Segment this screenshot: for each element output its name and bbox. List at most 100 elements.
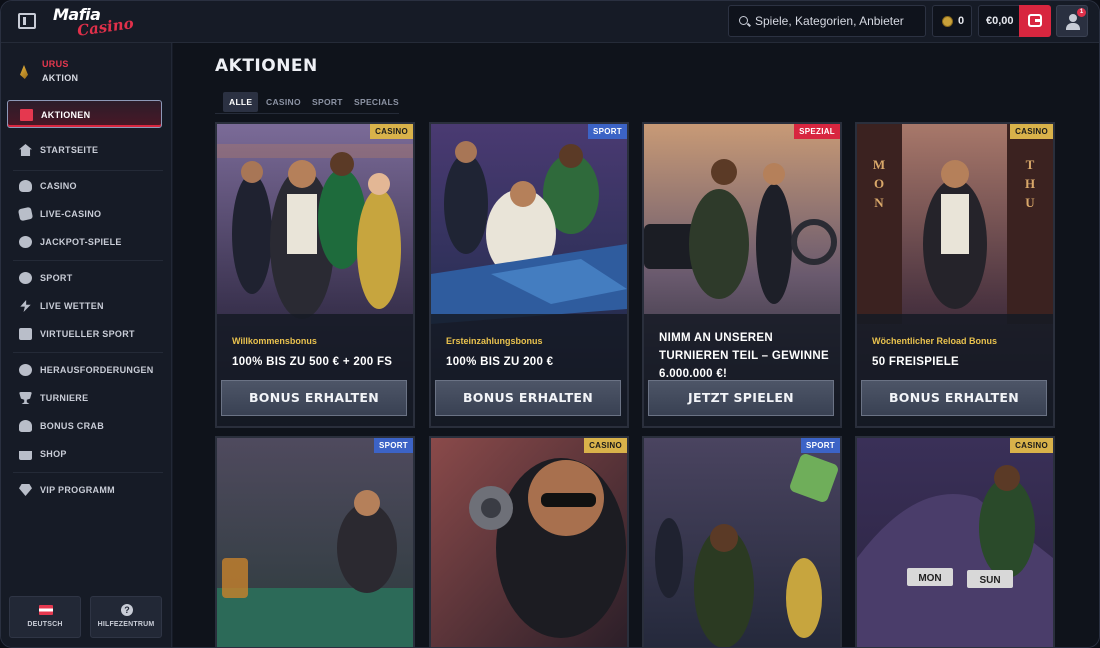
balance-widget[interactable]: €0,00 xyxy=(978,5,1051,37)
tab-alle[interactable]: ALLE xyxy=(223,92,259,112)
card-headline: 50 FREISPIELE xyxy=(872,356,959,368)
sidebar-item-virtueller-sport[interactable]: VIRTUELLER SPORT xyxy=(7,320,162,348)
sidebar-item-label: HERAUSFORDERUNGEN xyxy=(40,365,154,375)
promo-card[interactable]: SPORT xyxy=(642,436,842,647)
club-icon xyxy=(19,180,32,192)
promo-title: URUS xyxy=(42,59,69,69)
sidebar-item-bonus-crab[interactable]: BONUS CRAB xyxy=(7,412,162,440)
sidebar-item-label: LIVE-CASINO xyxy=(40,209,102,219)
tab-sport[interactable]: SPORT xyxy=(306,92,349,112)
monitor-icon xyxy=(19,328,32,340)
sidebar-item-label: AKTIONEN xyxy=(41,110,91,120)
card-artwork xyxy=(644,438,840,647)
promo-card[interactable]: MON SUN CASINO xyxy=(855,436,1055,647)
card-artwork xyxy=(431,438,627,647)
plate-text-right: SUN xyxy=(979,575,1000,586)
shop-icon xyxy=(19,451,32,460)
card-subtitle: Wöchentlicher Reload Bonus xyxy=(872,336,998,346)
sidebar: URUS AKTION AKTIONEN STARTSEITE CASINO L… xyxy=(1,43,172,647)
mafia-casino-logo[interactable]: Mafia Casino xyxy=(53,5,135,40)
notification-badge: 1 xyxy=(1077,8,1086,17)
dice-icon xyxy=(17,206,34,222)
sidebar-item-vip[interactable]: VIP PROGRAMM xyxy=(7,476,162,504)
sidebar-item-label: BONUS CRAB xyxy=(40,421,105,431)
language-button[interactable]: DEUTSCH xyxy=(9,596,81,638)
promo-card-reload[interactable]: M O N T H U CASINO Wöchentlicher Reload … xyxy=(855,122,1055,428)
diamond-icon xyxy=(19,484,32,496)
category-badge: SPEZIAL xyxy=(794,124,840,139)
category-badge: SPORT xyxy=(800,438,840,453)
card-headline: 100% BIS ZU 200 € xyxy=(446,356,554,368)
door-letter: H xyxy=(1025,176,1035,191)
bolt-icon xyxy=(20,300,31,312)
sidebar-item-turniere[interactable]: TURNIERE xyxy=(7,384,162,412)
coins-value: 0 xyxy=(958,15,965,27)
sidebar-item-aktionen[interactable]: AKTIONEN xyxy=(7,100,162,128)
deposit-button[interactable] xyxy=(1019,5,1051,37)
sidebar-item-label: JACKPOT-SPIELE xyxy=(40,237,122,247)
sidebar-item-label: TURNIERE xyxy=(40,393,89,403)
promo-card[interactable]: SPORT xyxy=(215,436,415,647)
sidebar-item-live-casino[interactable]: LIVE-CASINO xyxy=(7,200,162,228)
austria-flag-icon xyxy=(39,605,53,615)
sidebar-item-herausforderungen[interactable]: HERAUSFORDERUNGEN xyxy=(7,356,162,384)
promo-card-welcome[interactable]: CASINO Willkommensbonus 100% BIS ZU 500 … xyxy=(215,122,415,428)
sidebar-divider xyxy=(13,260,163,261)
sidebar-item-jackpot[interactable]: JACKPOT-SPIELE xyxy=(7,228,162,256)
sidebar-divider xyxy=(13,472,163,473)
bonus-button[interactable]: BONUS ERHALTEN xyxy=(861,380,1047,416)
sidebar-item-startseite[interactable]: STARTSEITE xyxy=(7,136,162,164)
card-artwork xyxy=(217,438,413,647)
bonus-button[interactable]: BONUS ERHALTEN xyxy=(221,380,407,416)
category-badge: CASINO xyxy=(1010,124,1053,139)
card-headline: 100% BIS ZU 500 € + 200 FS xyxy=(232,356,393,368)
card-headline: NIMM AN UNSEREN TURNIEREN TEIL – GEWINNE… xyxy=(659,332,829,380)
tab-specials[interactable]: SPECIALS xyxy=(348,92,405,112)
filter-tabs: ALLE CASINO SPORT SPECIALS xyxy=(215,90,399,114)
sidebar-item-sport[interactable]: SPORT xyxy=(7,264,162,292)
category-badge: CASINO xyxy=(1010,438,1053,453)
coin-icon xyxy=(942,16,953,27)
sidebar-item-live-wetten[interactable]: LIVE WETTEN xyxy=(7,292,162,320)
search-icon xyxy=(739,16,748,25)
door-letter: U xyxy=(1025,195,1035,210)
category-badge: SPORT xyxy=(587,124,627,139)
sidebar-item-label: CASINO xyxy=(40,181,77,191)
search-input[interactable]: Spiele, Kategorien, Anbieter xyxy=(755,14,904,28)
sidebar-item-casino[interactable]: CASINO xyxy=(7,172,162,200)
top-bar: Mafia Casino Spiele, Kategorien, Anbiete… xyxy=(1,1,1099,43)
help-icon: ? xyxy=(121,604,133,616)
card-artwork: MON SUN xyxy=(857,438,1053,647)
sidebar-divider xyxy=(13,170,163,171)
coins-counter[interactable]: 0 xyxy=(932,5,972,37)
category-badge: SPORT xyxy=(373,438,413,453)
plate-text-left: MON xyxy=(918,573,941,584)
card-subtitle: Willkommensbonus xyxy=(232,336,317,346)
wallet-icon xyxy=(1028,14,1042,27)
trophy-icon xyxy=(19,392,32,404)
bonus-button[interactable]: BONUS ERHALTEN xyxy=(435,380,621,416)
promo-card[interactable]: CASINO xyxy=(429,436,629,647)
sidebar-toggle-icon[interactable] xyxy=(18,13,36,29)
play-now-button[interactable]: JETZT SPIELEN xyxy=(648,380,834,416)
tab-casino[interactable]: CASINO xyxy=(260,92,307,112)
help-center-button[interactable]: ? HILFEZENTRUM xyxy=(90,596,162,638)
door-letter: O xyxy=(874,176,884,191)
sidebar-item-shop[interactable]: SHOP xyxy=(7,440,162,468)
promo-card-tournaments[interactable]: SPEZIAL NIMM AN UNSEREN TURNIEREN TEIL –… xyxy=(642,122,842,428)
sidebar-promo-urus[interactable]: URUS AKTION xyxy=(15,57,165,87)
main-content: AKTIONEN ALLE CASINO SPORT SPECIALS CASI… xyxy=(173,43,1099,647)
card-subtitle: Ersteinzahlungsbonus xyxy=(446,336,543,346)
sidebar-item-label: SPORT xyxy=(40,273,73,283)
category-badge: CASINO xyxy=(584,438,627,453)
crab-icon xyxy=(19,420,32,432)
door-letter: N xyxy=(874,195,884,210)
user-account-button[interactable]: 1 xyxy=(1056,5,1088,37)
app-window: Mafia Casino Spiele, Kategorien, Anbiete… xyxy=(0,0,1100,648)
sidebar-divider xyxy=(13,352,163,353)
promo-card-first-deposit[interactable]: SPORT Ersteinzahlungsbonus 100% BIS ZU 2… xyxy=(429,122,629,428)
gear-icon xyxy=(19,364,32,376)
search-box[interactable]: Spiele, Kategorien, Anbieter xyxy=(728,5,926,37)
sidebar-item-label: LIVE WETTEN xyxy=(40,301,104,311)
sidebar-item-label: VIRTUELLER SPORT xyxy=(40,329,135,339)
